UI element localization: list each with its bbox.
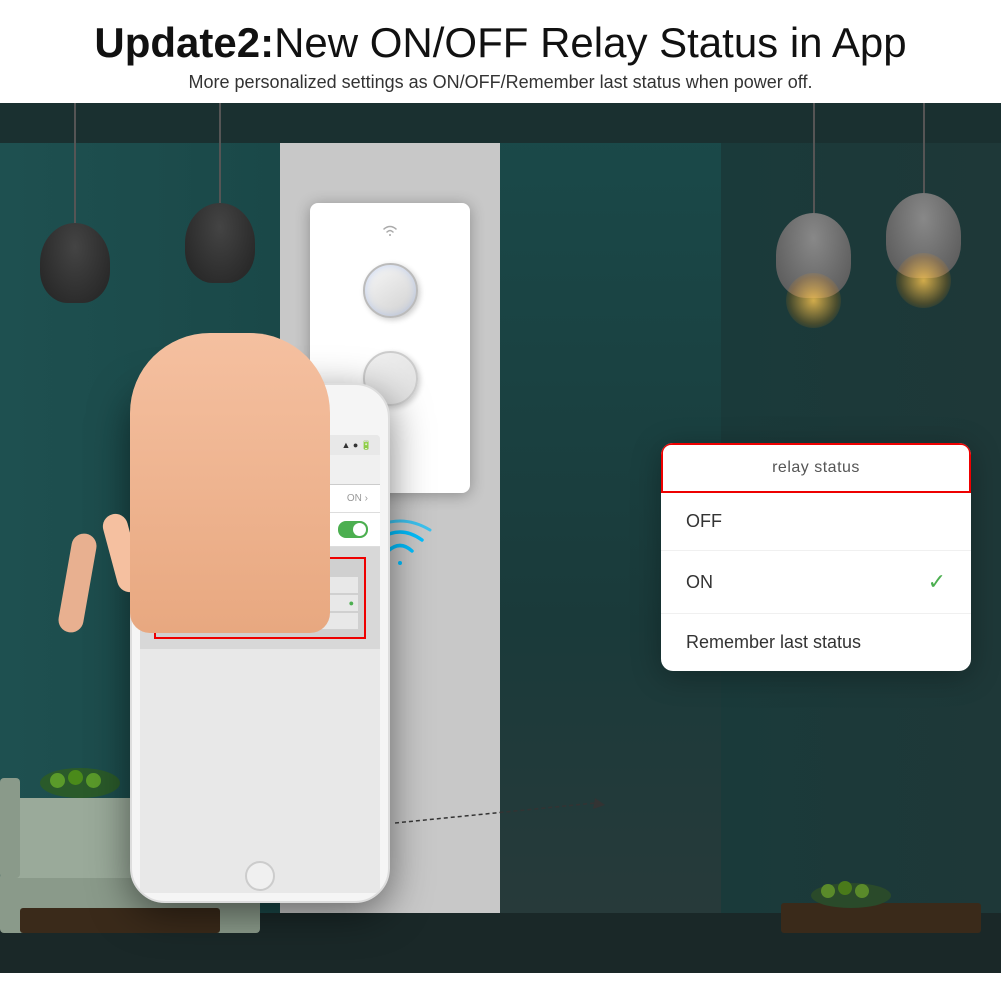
relay-on-label: ON (686, 572, 713, 593)
lamp-left-1 (40, 103, 110, 303)
lamp-left-2 (185, 103, 255, 283)
main-title: Update2:New ON/OFF Relay Status in App (20, 18, 981, 68)
relay-remember-label: Remember last status (686, 632, 861, 653)
phone-signals: ▲ ● 🔋 (341, 440, 372, 451)
title-rest: New ON/OFF Relay Status in App (274, 19, 907, 66)
toggle-knob (353, 523, 366, 536)
relay-option-off[interactable]: OFF (661, 493, 971, 551)
connector-line (395, 783, 645, 868)
title-bold: Update2: (94, 19, 274, 66)
relay-popup-title: relay status (772, 459, 860, 476)
header-section: Update2:New ON/OFF Relay Status in App M… (0, 0, 1001, 103)
relay-status-popup: relay status OFF ON ✓ Remember last stat… (661, 443, 971, 671)
right-decor (781, 853, 981, 933)
relay-popup-header: relay status (661, 443, 971, 493)
home-button[interactable] (245, 861, 275, 891)
relay-on-checkmark: ✓ (928, 569, 946, 595)
scene-container: 16:42 ▲ ● 🔋 ‹ Setting relay status ON › … (0, 103, 1001, 973)
relay-option-remember[interactable]: Remember last status (661, 614, 971, 671)
lamp-right-1 (776, 103, 851, 298)
coffee-table (20, 908, 220, 933)
relay-off-label: OFF (686, 511, 722, 532)
relay-status-value: ON › (347, 493, 368, 504)
subtitle: More personalized settings as ON/OFF/Rem… (20, 72, 981, 93)
switch-wifi-icon (380, 223, 400, 240)
zoom-on-check: ● (349, 598, 354, 608)
backlight-toggle[interactable] (338, 521, 368, 538)
switch-button-top[interactable] (363, 263, 418, 318)
lamp-right-2 (886, 103, 961, 278)
relay-option-on[interactable]: ON ✓ (661, 551, 971, 614)
